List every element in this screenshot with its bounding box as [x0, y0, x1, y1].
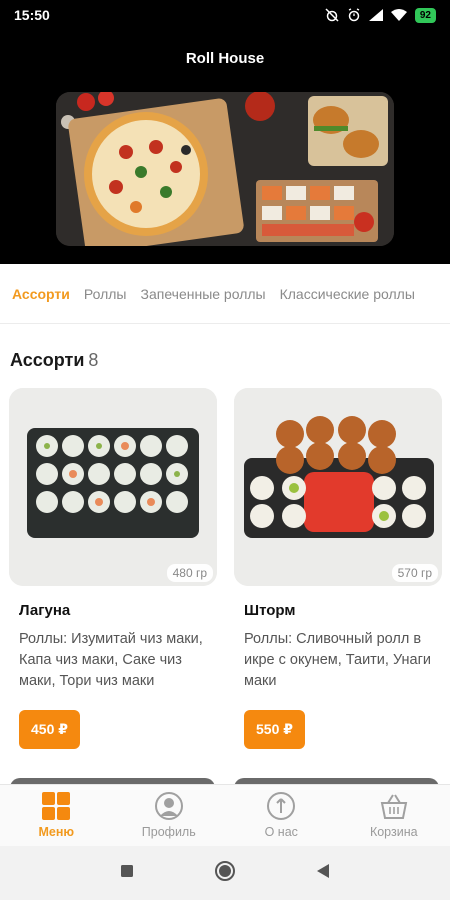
- product-name: Шторм: [244, 602, 296, 619]
- product-image[interactable]: 480 гр: [9, 388, 217, 586]
- product-description: Роллы: Изумитай чиз маки, Капа чиз маки,…: [19, 631, 203, 689]
- tab-rolls[interactable]: Роллы: [84, 286, 127, 302]
- tab-assorti[interactable]: Ассорти: [12, 286, 70, 302]
- nav-about[interactable]: О нас: [225, 785, 338, 846]
- system-navigation-bar: [0, 846, 450, 900]
- basket-icon: [379, 791, 409, 821]
- nav-profile[interactable]: Профиль: [113, 785, 226, 846]
- product-description: Роллы: Сливочный ролл в икре с окунем, Т…: [244, 631, 431, 689]
- app-header: Roll House: [0, 30, 450, 264]
- nav-menu[interactable]: Меню: [0, 785, 113, 846]
- app-title: Roll House: [185, 50, 265, 67]
- section-title-text: Ассорти: [10, 350, 85, 370]
- add-to-cart-button[interactable]: 550 ₽: [244, 710, 305, 749]
- bottom-navigation: Меню Профиль О нас Корзина: [0, 784, 450, 846]
- product-name: Лагуна: [19, 602, 71, 619]
- nav-label: Корзина: [369, 825, 418, 839]
- status-time: 15:50: [14, 7, 50, 23]
- back-icon[interactable]: [316, 863, 330, 884]
- menu-grid-icon: [41, 791, 71, 821]
- section-count: 8: [88, 350, 99, 370]
- info-icon: [266, 791, 296, 821]
- alarm-icon: [347, 8, 361, 22]
- tab-classic-rolls[interactable]: Классические роллы: [280, 286, 415, 302]
- product-card[interactable]: 480 гр Лагуна Роллы: Изумитай чиз маки, …: [9, 388, 217, 749]
- profile-icon: [154, 791, 184, 821]
- nav-label: Меню: [38, 825, 75, 839]
- status-bar: 15:50 92: [0, 0, 450, 30]
- nav-label: Профиль: [141, 825, 196, 839]
- nav-cart[interactable]: Корзина: [338, 785, 450, 846]
- product-image[interactable]: 570 гр: [234, 388, 442, 586]
- nav-label: О нас: [264, 825, 298, 839]
- home-icon[interactable]: [214, 860, 236, 887]
- food-banner[interactable]: [56, 92, 394, 246]
- section-title: Ассорти 8: [10, 350, 98, 371]
- add-to-cart-button[interactable]: 450 ₽: [19, 710, 80, 749]
- alarm-off-icon: [325, 8, 339, 22]
- product-weight: 570 гр: [391, 564, 438, 582]
- wifi-icon: [390, 9, 407, 21]
- category-tabs: Ассорти Роллы Запеченные роллы Классичес…: [0, 264, 450, 324]
- status-icons: 92: [325, 7, 436, 23]
- product-card[interactable]: 570 гр Шторм Роллы: Сливочный ролл в икр…: [234, 388, 442, 749]
- signal-icon: [368, 9, 383, 21]
- product-weight: 480 гр: [166, 564, 213, 582]
- battery-icon: 92: [414, 7, 436, 23]
- recent-apps-icon[interactable]: [120, 864, 134, 883]
- tab-baked-rolls[interactable]: Запеченные роллы: [141, 286, 266, 302]
